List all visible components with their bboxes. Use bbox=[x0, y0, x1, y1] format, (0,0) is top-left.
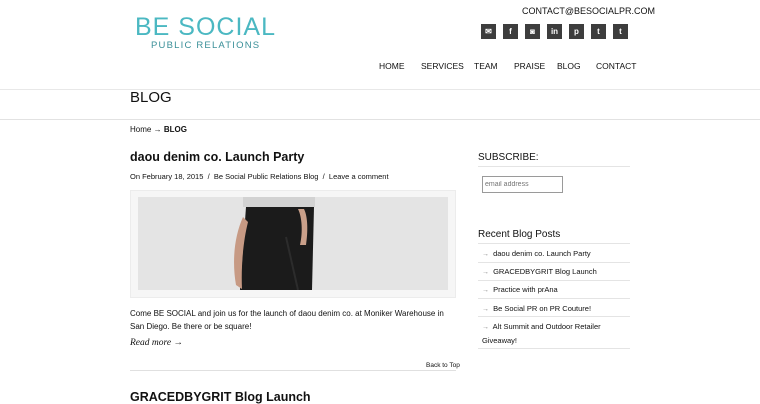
logo-text[interactable]: BE SOCIAL bbox=[135, 13, 276, 41]
featured-photo bbox=[138, 197, 448, 290]
post-divider bbox=[130, 370, 456, 371]
recent-posts-heading: Recent Blog Posts bbox=[478, 229, 561, 240]
post-date: On February 18, 2015 bbox=[130, 172, 204, 181]
breadcrumb: Home → BLOG bbox=[130, 125, 187, 134]
post-category-link[interactable]: Be Social Public Relations Blog bbox=[214, 172, 319, 181]
subscribe-divider bbox=[478, 166, 630, 167]
recent-post-link[interactable]: → Be Social PR on PR Couture! bbox=[482, 302, 628, 316]
instagram-icon[interactable]: ◙ bbox=[525, 24, 540, 39]
email-subscribe-input[interactable] bbox=[482, 176, 563, 193]
nav-team[interactable]: TEAM bbox=[474, 61, 498, 71]
breadcrumb-current: BLOG bbox=[163, 125, 187, 134]
nav-blog[interactable]: BLOG bbox=[557, 61, 581, 71]
nav-praise[interactable]: PRAISE bbox=[514, 61, 545, 71]
breadcrumb-home[interactable]: Home bbox=[130, 125, 151, 134]
read-more-link[interactable]: Read more → bbox=[130, 338, 183, 348]
recent-post-link[interactable]: → GRACEDBYGRIT Blog Launch bbox=[482, 265, 628, 279]
post-featured-image[interactable] bbox=[130, 190, 456, 298]
recent-item-divider bbox=[478, 348, 630, 349]
meta-separator: / bbox=[207, 172, 210, 181]
nav-home[interactable]: HOME bbox=[379, 61, 405, 71]
email-icon[interactable]: ✉ bbox=[481, 24, 496, 39]
recent-post-link[interactable]: → daou denim co. Launch Party bbox=[482, 247, 628, 261]
page-title: BLOG bbox=[130, 89, 172, 106]
post-meta: On February 18, 2015 / Be Social Public … bbox=[130, 172, 389, 181]
arrow-icon: → bbox=[482, 251, 489, 258]
recent-item-divider bbox=[478, 298, 630, 299]
pinterest-icon[interactable]: p bbox=[569, 24, 584, 39]
arrow-icon: → bbox=[482, 324, 489, 331]
breadcrumb-separator: → bbox=[153, 125, 162, 134]
facebook-icon[interactable]: f bbox=[503, 24, 518, 39]
meta-separator: / bbox=[322, 172, 325, 181]
nav-services[interactable]: SERVICES bbox=[421, 61, 464, 71]
recent-divider bbox=[478, 243, 630, 244]
twitter-icon[interactable]: t bbox=[613, 24, 628, 39]
arrow-icon: → bbox=[482, 306, 489, 313]
nav-contact[interactable]: CONTACT bbox=[596, 61, 636, 71]
linkedin-icon[interactable]: in bbox=[547, 24, 562, 39]
recent-item-divider bbox=[478, 316, 630, 317]
title-divider bbox=[0, 119, 760, 120]
recent-post-link[interactable]: → Practice with prAna bbox=[482, 283, 628, 297]
next-post-title[interactable]: GRACEDBYGRIT Blog Launch bbox=[130, 390, 311, 404]
arrow-icon: → bbox=[482, 269, 489, 276]
arrow-icon: → bbox=[482, 287, 489, 294]
tumblr-icon[interactable]: t bbox=[591, 24, 606, 39]
recent-post-link[interactable]: → Alt Summit and Outdoor Retailer Giveaw… bbox=[482, 320, 628, 347]
post-title[interactable]: daou denim co. Launch Party bbox=[130, 150, 304, 164]
back-to-top-link[interactable]: Back to Top bbox=[426, 362, 460, 369]
leave-comment-link[interactable]: Leave a comment bbox=[329, 172, 389, 181]
post-excerpt: Come BE SOCIAL and join us for the launc… bbox=[130, 309, 444, 331]
recent-item-divider bbox=[478, 280, 630, 281]
logo-subtitle[interactable]: PUBLIC RELATIONS bbox=[151, 40, 260, 51]
header-divider bbox=[0, 89, 760, 90]
subscribe-heading: SUBSCRIBE: bbox=[478, 152, 539, 163]
recent-item-divider bbox=[478, 262, 630, 263]
contact-email-link[interactable]: CONTACT@BESOCIALPR.COM bbox=[522, 6, 655, 16]
